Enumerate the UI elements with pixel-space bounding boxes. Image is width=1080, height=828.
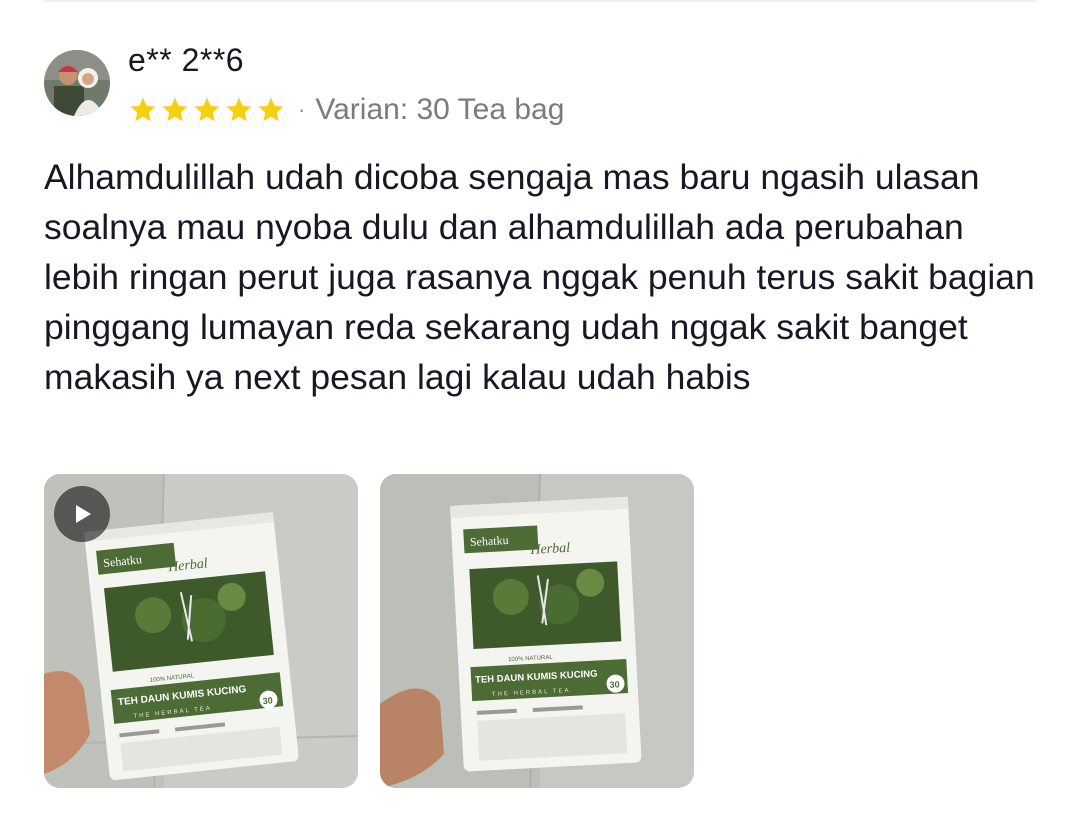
pack-brand: Sehatku — [470, 533, 509, 549]
review-text: Alhamdulillah udah dicoba sengaja mas ba… — [44, 157, 1035, 397]
avatar[interactable] — [44, 50, 110, 116]
variant-label: Varian: 30 Tea bag — [315, 93, 565, 126]
pack-count: 30 — [609, 679, 620, 690]
play-icon — [76, 505, 91, 523]
top-divider — [44, 0, 1036, 2]
pack-count: 30 — [262, 695, 273, 706]
review-video-thumbnail[interactable]: Sehatku Herbal 100% NATURAL TEH DAUN KUM… — [44, 474, 358, 788]
play-button[interactable] — [54, 486, 110, 542]
pack-brand-script: Herbal — [529, 541, 571, 558]
star-icon — [224, 95, 254, 125]
review-photo[interactable]: Sehatku Herbal 100% NATURAL TEH DAUN KUM… — [380, 474, 694, 788]
separator-dot: · — [298, 97, 306, 122]
star-icon — [256, 95, 286, 125]
rating-row: · Varian: 30 Tea bag — [128, 90, 564, 130]
star-rating — [128, 95, 286, 125]
star-icon — [192, 95, 222, 125]
reviewer-name: e** 2**6 — [128, 42, 245, 78]
star-icon — [160, 95, 190, 125]
star-icon — [128, 95, 158, 125]
